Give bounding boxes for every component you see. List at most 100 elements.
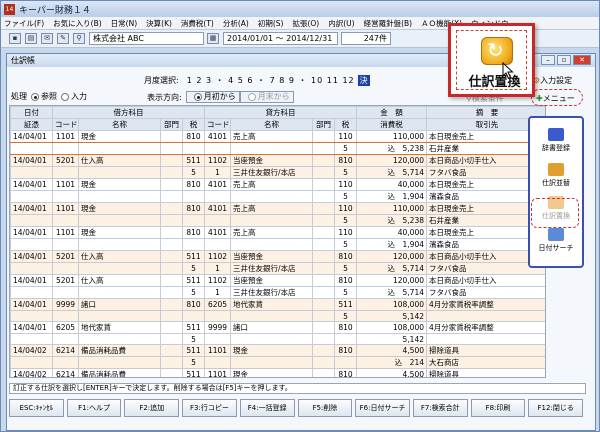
cell-cdept [312, 154, 335, 167]
cell-ddept [160, 333, 183, 345]
cell-cdept [312, 286, 335, 299]
minimize-button[interactable]: – [541, 55, 555, 65]
date-search-item[interactable]: 日付サーチ [530, 228, 582, 253]
month-end-button[interactable]: 決 [357, 75, 370, 86]
menu-extension[interactable]: 拡張(O) [292, 18, 319, 29]
maximize-button[interactable]: ▫ [557, 55, 571, 65]
table-row[interactable]: 14/04/01 1101 現金 810 4101 売上高 110 110,000 本日現金売上 [10, 202, 545, 215]
cell-dtax: 5 [182, 356, 205, 369]
table-row[interactable]: 5 5,142 [10, 333, 545, 345]
cell-cdept [312, 262, 335, 275]
cell-ddept [160, 321, 183, 334]
table-row[interactable]: 14/04/01 1101 現金 810 4101 売上高 110 40,000 本日現金売上 [10, 226, 545, 239]
menu-daily[interactable]: 日常(N) [111, 18, 137, 29]
month-buttons[interactable]: 1 2 3 ・ 4 5 6 ・ 7 8 9 ・ 10 11 12 [187, 75, 355, 86]
cell-dcode [52, 190, 79, 203]
table-row[interactable]: 14/04/01 5201 仕入高 511 1102 当座預金 810 120,000 本日商品… [10, 250, 545, 263]
table-row[interactable]: 5込 1,904 濱森食品 [10, 190, 545, 203]
menu-initial[interactable]: 初期(S) [258, 18, 284, 29]
table-row[interactable]: 14/04/01 9999 諸口 810 6205 地代家賃 511 108,000 4月分家賃… [10, 298, 545, 311]
cell-amount: 5,142 [356, 310, 427, 322]
mail-icon[interactable]: ✉ [41, 33, 53, 44]
radio-input[interactable] [61, 92, 69, 101]
f5-delete-button[interactable]: F5:削除 [297, 399, 353, 417]
date-search-label: 日付サーチ [538, 244, 574, 252]
f3-copy-button[interactable]: F3:行コピー [182, 399, 237, 417]
table-row[interactable]: 14/04/01 5201 仕入高 511 1102 当座預金 810 120,000 本日商品… [10, 154, 545, 167]
company-field[interactable]: 株式会社 ABC [89, 32, 204, 45]
menu-favorites[interactable]: お気に入り(B) [53, 18, 102, 29]
cell-ccode: 1 [204, 166, 231, 179]
cell-ddept [160, 298, 183, 311]
f4-bulk-button[interactable]: F4:一括登録 [239, 399, 295, 417]
cell-dname: 備品消耗品費 [78, 344, 161, 357]
table-row[interactable]: 5 1 三井住友銀行/本店 5 込 5,714 フタバ食品 [10, 166, 545, 179]
search-icon[interactable]: ⚲ [73, 33, 85, 44]
cell-dtax: 810 [182, 298, 205, 311]
table-row[interactable]: 5 1 三井住友銀行/本店 5 込 5,714 フタバ食品 [10, 286, 545, 299]
table-row[interactable]: 14/04/01 5201 仕入高 511 1102 当座預金 810 120,000 本日商品… [10, 274, 545, 287]
table-row[interactable]: 5込 5,238 石井産業 [10, 214, 545, 227]
cell-dname: 備品消耗品費 [78, 368, 161, 377]
cell-cdept [312, 190, 335, 203]
mouse-cursor-icon [502, 62, 514, 80]
menu-settlement[interactable]: 決算(K) [146, 18, 172, 29]
table-row[interactable]: 5込 1,904 濱森食品 [10, 238, 545, 251]
esc-cancel-button[interactable]: ESC:ｷｬﾝｾﾙ [9, 399, 64, 417]
col-dtax: 税 [182, 118, 205, 131]
cell-dtax: 5 [182, 286, 205, 299]
dir-end-option[interactable]: 月末から [239, 91, 294, 103]
close-button[interactable]: ✕ [573, 55, 591, 65]
f1-help-button[interactable]: F1:ヘルプ [66, 399, 122, 417]
cell-cname [230, 310, 313, 322]
f6-date-search-button[interactable]: F6:日付サーチ [355, 399, 410, 417]
table-row[interactable]: 14/04/01 1101 現金 810 4101 売上高 110 110,000 本日現金売上 [10, 130, 545, 143]
f2-add-button[interactable]: F2:追加 [124, 399, 180, 417]
cell-cname: 現金 [230, 368, 313, 377]
table-row[interactable]: 5 1 三井住友銀行/本店 5 込 5,714 フタバ食品 [10, 262, 545, 275]
menu-analysis[interactable]: 分析(A) [223, 18, 249, 29]
table-row[interactable]: 14/04/01 6205 地代家賃 511 9999 諸口 810 108,000 4月分家賃… [10, 321, 545, 334]
print-icon[interactable]: ▤ [25, 33, 37, 44]
period-field[interactable]: 2014/01/01 〜 2014/12/31 [223, 32, 338, 45]
table-row[interactable]: 5 5,142 [10, 310, 545, 322]
sort-icon [548, 163, 564, 176]
dictionary-register-item[interactable]: 辞書登録 [530, 128, 582, 153]
menu-tax[interactable]: 消費税(T) [181, 18, 214, 29]
table-row[interactable]: 14/04/02 6214 備品消耗品費 511 1101 現金 810 4,500 掃除道具 [10, 344, 545, 357]
cell-amount: 120,000 [356, 250, 427, 263]
menu-compass[interactable]: 経営羅針盤(B) [364, 18, 413, 29]
journal-sort-item[interactable]: 仕訳並替 [530, 163, 582, 188]
f8-print-button[interactable]: F8:印刷 [470, 399, 526, 417]
cell-dcode [52, 238, 79, 251]
table-row[interactable]: 5込 5,238 石井産業 [10, 142, 545, 155]
window-title: キーパー財務１４ [19, 5, 91, 16]
input-setting-button[interactable]: ⚙ 入力設定 [533, 75, 572, 86]
cell-desc: 掃除道具 [426, 344, 545, 357]
cell-dname [78, 310, 161, 322]
dir-first-option[interactable]: 月初から [185, 91, 240, 103]
cell-dcode [52, 310, 79, 322]
calendar-icon[interactable]: ▦ [207, 33, 219, 44]
cell-ccode [204, 333, 231, 345]
table-row[interactable]: 14/04/01 1101 現金 810 4101 売上高 110 40,000 本日現金売上 [10, 178, 545, 191]
table-row[interactable]: 14/04/02 6214 備品消耗品費 511 1101 現金 810 4,500 掃除道具 [10, 368, 545, 377]
table-row[interactable]: 5 込 214 大石商店 [10, 356, 545, 369]
save-icon[interactable]: ▪ [9, 33, 21, 44]
cell-amount: 込 214 [356, 356, 427, 369]
cell-dcode [52, 286, 79, 299]
f7-search-total-button[interactable]: F7:検索合計 [412, 399, 468, 417]
cell-dname [78, 286, 161, 299]
tools-icon[interactable]: ✎ [57, 33, 69, 44]
cell-dtax: 810 [182, 202, 205, 215]
menu-file[interactable]: ファイル(F) [4, 18, 44, 29]
radio-reference[interactable] [31, 92, 39, 101]
cell-amount: 40,000 [356, 178, 427, 191]
f12-close-button[interactable]: F12:閉じる [528, 399, 584, 417]
cell-cname: 売上高 [230, 202, 313, 215]
journal-title: 仕訳帳 [11, 56, 35, 65]
cell-date [10, 286, 53, 299]
process-group: 処理 参照 入力 [11, 91, 87, 102]
menu-breakdown[interactable]: 内訳(U) [328, 18, 354, 29]
cell-dtax: 511 [182, 154, 205, 167]
